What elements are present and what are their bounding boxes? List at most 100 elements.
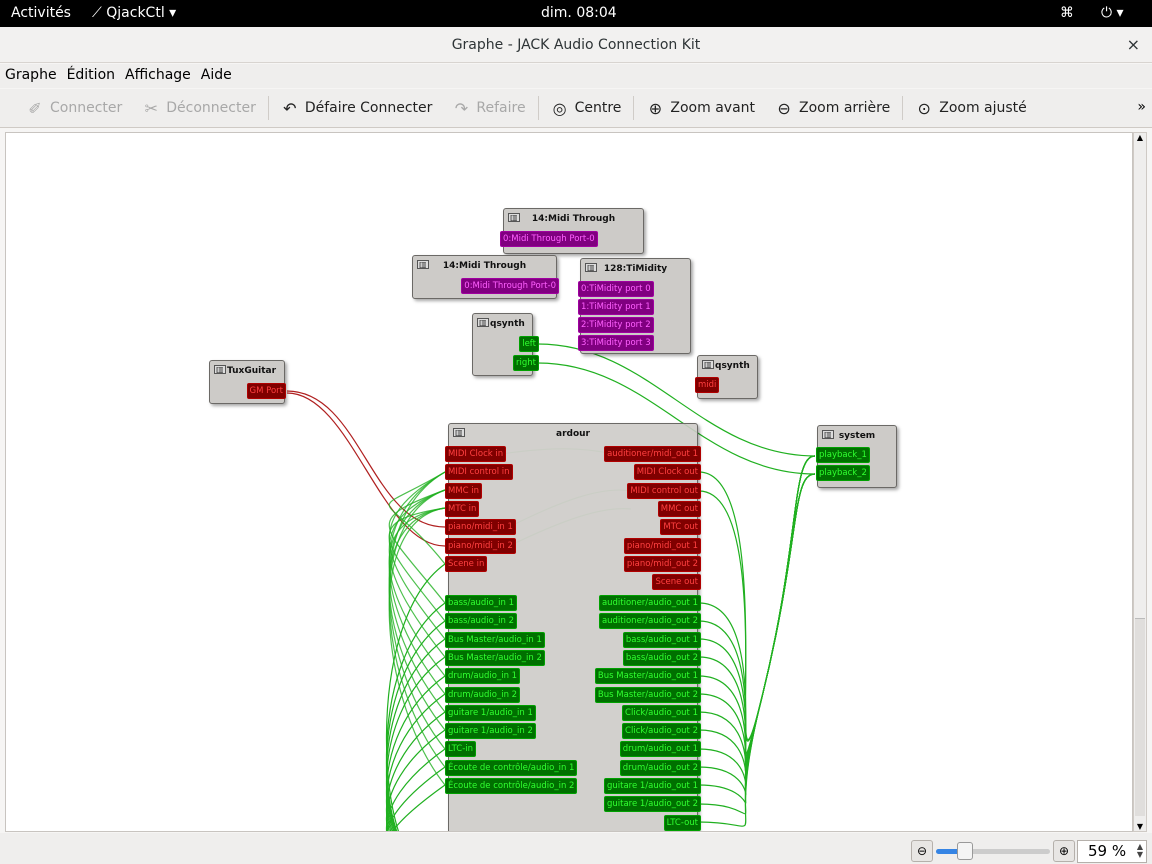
wire-audio[interactable] <box>698 473 816 815</box>
port-midi-out[interactable]: MTC out <box>660 519 701 536</box>
wire-audio[interactable] <box>698 455 816 827</box>
port-midi-in[interactable]: MTC in <box>445 500 480 517</box>
network-icon[interactable]: ⌘ <box>1060 5 1074 21</box>
node-ardour[interactable]: ▥ ardour MIDI Clock in MIDI control in MMC… <box>445 423 701 831</box>
port-audio-out[interactable]: drum/audio_out 2 <box>619 759 701 776</box>
port-midi-out[interactable]: MIDI Clock out <box>633 464 701 481</box>
app-menu[interactable]: ⟋ QjackCtl ▾ <box>92 5 176 21</box>
port-midi-in[interactable]: piano/midi_in 1 <box>445 519 516 536</box>
zoom-spinbox[interactable]: 59 % ▲ ▼ <box>1077 840 1147 863</box>
port-midi-out[interactable]: MMC out <box>657 500 701 517</box>
centre-button[interactable]: ◎ Centre <box>541 99 632 118</box>
port-midi-through-1[interactable]: 0:Midi Through Port-0 <box>500 231 598 247</box>
port-audio-out[interactable]: bass/audio_out 1 <box>622 631 701 648</box>
zoom-slider-handle[interactable] <box>957 842 974 860</box>
power-icon[interactable]: ⏻ ▾ <box>1101 5 1124 21</box>
node-qsynth-audio[interactable]: ▥ qsynth left right <box>472 313 539 376</box>
wire-audio[interactable] <box>698 455 816 754</box>
node-qsynth-midi[interactable]: ▥ qsynth midi <box>695 355 758 399</box>
port-audio-out[interactable]: Click/audio_out 2 <box>622 723 701 740</box>
menu-affichage[interactable]: Affichage <box>120 64 196 83</box>
zoom-ajusté-button[interactable]: ⊙ Zoom ajusté <box>905 99 1037 118</box>
port-audio-in[interactable]: guitare 1/audio_in 1 <box>445 704 536 721</box>
connecter-button[interactable]: ✐ Connecter <box>16 99 132 118</box>
clock[interactable]: dim. 08:04 <box>541 5 617 21</box>
port-timidity-2[interactable]: 2:TiMidity port 2 <box>578 317 654 333</box>
port-midi-in[interactable]: MIDI control in <box>445 464 513 481</box>
node-midi-through-1[interactable]: ▥ 14:Midi Through 0:Midi Through Port-0 <box>500 208 644 254</box>
menu-aide[interactable]: Aide <box>196 64 237 83</box>
port-audio-in[interactable]: guitare 1/audio_in 2 <box>445 723 536 740</box>
port-timidity-3[interactable]: 3:TiMidity port 3 <box>578 335 654 351</box>
port-audio-out[interactable]: auditioner/audio_out 2 <box>598 613 701 630</box>
port-midi-out[interactable]: piano/midi_out 2 <box>623 555 701 572</box>
port-midi-in[interactable]: MMC in <box>445 482 483 499</box>
port-audio-out[interactable]: Click/audio_out 1 <box>622 704 701 721</box>
scroll-up-arrow[interactable]: ▲ <box>1134 133 1146 142</box>
zoom-out-icon[interactable]: ⊖ <box>911 840 933 862</box>
toolbar-overflow-button[interactable]: » <box>1137 99 1146 115</box>
vertical-scrollbar[interactable]: ▲ ▼ <box>1133 132 1147 832</box>
port-audio-in[interactable]: Écoute de contrôle/audio_in 2 <box>445 778 578 794</box>
node-timidity[interactable]: ▥ 128:TiMidity 0:TiMidity port 0 1:TiMid… <box>578 258 691 354</box>
wire-audio[interactable] <box>386 729 446 832</box>
port-audio-in[interactable]: drum/audio_in 1 <box>445 668 521 685</box>
port-qsynth-right[interactable]: right <box>513 355 539 371</box>
port-audio-in[interactable]: LTC-in <box>445 741 477 758</box>
zoom-avant-button[interactable]: ⊕ Zoom avant <box>636 99 765 118</box>
port-audio-in[interactable]: drum/audio_in 2 <box>445 686 521 703</box>
défaire-connecter-button[interactable]: ↶ Défaire Connecter <box>271 99 443 118</box>
zoom-arrière-button[interactable]: ⊖ Zoom arrière <box>765 99 900 118</box>
port-playback-1[interactable]: playback_1 <box>816 447 870 463</box>
port-audio-in[interactable]: Écoute de contrôle/audio_in 1 <box>445 759 578 776</box>
close-button[interactable]: × <box>1127 27 1140 63</box>
port-midi-in[interactable]: Scene in <box>445 555 488 572</box>
port-midi-out[interactable]: auditioner/midi_out 1 <box>604 446 701 462</box>
port-midi-in[interactable]: piano/midi_in 2 <box>445 537 516 554</box>
port-midi-out[interactable]: MIDI control out <box>627 482 701 499</box>
port-timidity-0[interactable]: 0:TiMidity port 0 <box>578 281 654 297</box>
port-midi-through-2[interactable]: 0:Midi Through Port-0 <box>461 278 559 294</box>
node-system[interactable]: ▥ system playback_1 playback_2 <box>816 425 897 488</box>
port-midi-in[interactable]: MIDI Clock in <box>445 446 507 462</box>
graph-canvas[interactable]: ▥ 14:Midi Through 0:Midi Through Port-0 … <box>5 132 1133 832</box>
scroll-down-arrow[interactable]: ▼ <box>1134 822 1146 831</box>
port-qsynth-left[interactable]: left <box>519 336 539 352</box>
node-midi-through-2[interactable]: ▥ 14:Midi Through 0:Midi Through Port-0 <box>412 255 559 299</box>
wire-audio[interactable] <box>388 507 446 622</box>
activities-button[interactable]: Activités <box>11 5 71 21</box>
port-audio-out[interactable]: auditioner/audio_out 1 <box>598 595 701 611</box>
scroll-thumb[interactable] <box>1135 618 1145 816</box>
wire-audio[interactable] <box>698 473 816 795</box>
menu-graphe[interactable]: Graphe <box>0 64 62 83</box>
port-audio-out[interactable]: Bus Master/audio_out 1 <box>594 668 701 685</box>
port-audio-out[interactable]: guitare 1/audio_out 2 <box>603 796 701 813</box>
spin-arrows[interactable]: ▲ ▼ <box>1137 843 1143 859</box>
wire-audio[interactable] <box>698 473 816 771</box>
port-audio-out[interactable]: bass/audio_out 2 <box>622 649 701 666</box>
port-audio-in[interactable]: bass/audio_in 2 <box>445 613 517 630</box>
wire-midi[interactable] <box>286 390 446 528</box>
port-audio-out[interactable]: Bus Master/audio_out 2 <box>594 686 701 703</box>
port-midi-out[interactable]: piano/midi_out 1 <box>623 537 701 554</box>
port-midi-out[interactable]: Scene out <box>652 574 701 591</box>
refaire-button[interactable]: ↷ Refaire <box>442 99 535 118</box>
port-audio-out[interactable]: guitare 1/audio_out 1 <box>603 778 701 794</box>
wire-audio[interactable] <box>698 473 816 781</box>
port-gm[interactable]: GM Port <box>246 383 286 399</box>
wire-audio[interactable] <box>698 473 816 757</box>
wire-midi[interactable] <box>286 392 446 547</box>
déconnecter-button[interactable]: ✂ Déconnecter <box>132 99 266 118</box>
port-audio-in[interactable]: Bus Master/audio_in 2 <box>445 649 545 666</box>
zoom-in-icon[interactable]: ⊕ <box>1053 840 1075 862</box>
port-playback-2[interactable]: playback_2 <box>816 465 870 481</box>
menu-edition[interactable]: Édition <box>62 64 120 83</box>
port-timidity-1[interactable]: 1:TiMidity port 1 <box>578 299 654 315</box>
port-audio-in[interactable]: Bus Master/audio_in 1 <box>445 631 545 648</box>
port-qsynth-midi[interactable]: midi <box>695 377 720 393</box>
zoom-slider[interactable] <box>936 842 1050 860</box>
port-audio-out[interactable]: drum/audio_out 1 <box>619 741 701 758</box>
port-audio-out[interactable]: LTC-out <box>663 814 701 831</box>
port-audio-in[interactable]: bass/audio_in 1 <box>445 595 517 611</box>
node-tuxguitar[interactable]: ▥ TuxGuitar GM Port <box>209 360 286 404</box>
